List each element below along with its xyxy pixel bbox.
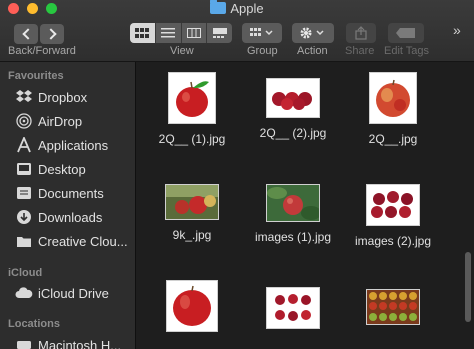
file-name: 2Q__.jpg xyxy=(368,132,418,146)
sidebar-item-label: Creative Clou... xyxy=(38,233,128,249)
disk-icon xyxy=(14,337,34,349)
file-name: 2Q__ (1).jpg xyxy=(158,132,226,146)
image-thumbnail xyxy=(369,72,417,124)
image-thumbnail xyxy=(266,78,320,118)
sidebar-item-downloads[interactable]: Downloads xyxy=(14,206,135,228)
share-icon xyxy=(355,26,367,40)
sidebar-item-documents[interactable]: Documents xyxy=(14,182,135,204)
sidebar-item-label: Desktop xyxy=(38,161,86,177)
tag-icon xyxy=(396,28,415,38)
toolbar: Apple Back/Forward View Group Action Sha… xyxy=(0,0,474,62)
action-label: Action xyxy=(297,45,328,57)
chevron-right-icon xyxy=(44,28,57,40)
desktop-icon xyxy=(14,161,34,177)
image-thumbnail xyxy=(165,184,219,220)
view-label: View xyxy=(170,45,194,57)
view-switcher xyxy=(130,23,232,43)
sidebar-item-dropbox[interactable]: Dropbox xyxy=(14,86,135,108)
icon-view-button[interactable] xyxy=(130,23,156,43)
file-item[interactable]: images (2).jpg xyxy=(343,184,443,248)
group-button[interactable] xyxy=(242,23,282,43)
downloads-icon xyxy=(14,209,34,225)
image-thumbnail xyxy=(166,280,218,332)
sidebar-item-applications[interactable]: Applications xyxy=(14,134,135,156)
list-view-button[interactable] xyxy=(156,23,182,43)
dropbox-icon xyxy=(14,89,34,105)
sidebar: Favourites Dropbox AirDrop Applications … xyxy=(0,62,136,349)
window-title: Apple xyxy=(0,0,474,16)
group-label: Group xyxy=(247,45,278,57)
edit-tags-button[interactable] xyxy=(388,23,424,43)
toolbar-overflow-button[interactable]: » xyxy=(453,22,461,38)
file-item[interactable]: images (1).jpg xyxy=(243,184,343,244)
file-item[interactable]: 2Q__.jpg xyxy=(343,72,443,146)
icloud-header: iCloud xyxy=(8,267,43,279)
file-item[interactable] xyxy=(243,287,343,337)
sidebar-item-label: AirDrop xyxy=(38,113,83,129)
applications-icon xyxy=(14,137,34,153)
sidebar-item-label: Dropbox xyxy=(38,89,88,105)
sidebar-item-label: iCloud Drive xyxy=(38,285,109,301)
forward-button[interactable] xyxy=(40,24,64,44)
sidebar-item-creative-cloud[interactable]: Creative Clou... xyxy=(14,230,135,252)
file-item[interactable]: 9k_.jpg xyxy=(142,184,242,242)
file-name: images (2).jpg xyxy=(354,234,432,248)
columns-icon xyxy=(186,28,201,38)
sidebar-item-label: Downloads xyxy=(38,209,103,225)
favourites-header: Favourites xyxy=(8,70,64,82)
locations-header: Locations xyxy=(8,318,60,330)
file-item[interactable]: 2Q__ (1).jpg xyxy=(142,72,242,146)
image-thumbnail xyxy=(168,72,216,124)
group-grid-icon xyxy=(250,28,273,36)
file-name: 9k_.jpg xyxy=(172,228,212,242)
share-button[interactable] xyxy=(346,23,376,43)
airdrop-icon xyxy=(14,113,34,129)
image-thumbnail xyxy=(366,289,420,325)
file-name: images (1).jpg xyxy=(254,230,332,244)
documents-icon xyxy=(14,185,34,201)
sidebar-item-label: Macintosh H... xyxy=(38,337,122,349)
column-view-button[interactable] xyxy=(182,23,208,43)
file-item[interactable] xyxy=(142,280,242,340)
file-item[interactable] xyxy=(343,289,443,333)
cloud-icon xyxy=(14,285,34,301)
folder-icon xyxy=(210,0,227,14)
file-grid: 2Q__ (1).jpg 2Q__ (2).jpg 2Q__.jpg 9k_.j… xyxy=(137,62,462,349)
list-icon xyxy=(161,28,176,38)
gallery-view-button[interactable] xyxy=(207,23,232,43)
sidebar-item-label: Applications xyxy=(38,137,109,153)
edit-tags-label: Edit Tags xyxy=(384,45,430,57)
file-item[interactable]: 2Q__ (2).jpg xyxy=(243,72,343,140)
sidebar-item-icloud-drive[interactable]: iCloud Drive xyxy=(14,282,135,304)
scrollbar-thumb[interactable] xyxy=(465,252,471,322)
gallery-icon xyxy=(212,28,227,38)
icon-grid-icon xyxy=(135,28,150,38)
chevron-left-icon xyxy=(21,28,34,40)
sidebar-item-label: Documents xyxy=(38,185,104,201)
sidebar-item-macintosh-hd[interactable]: Macintosh H... xyxy=(14,334,135,349)
file-name: 2Q__ (2).jpg xyxy=(259,126,327,140)
vertical-scrollbar[interactable] xyxy=(462,62,474,349)
share-label: Share xyxy=(345,45,375,57)
image-thumbnail xyxy=(366,184,420,226)
sidebar-item-airdrop[interactable]: AirDrop xyxy=(14,110,135,132)
image-thumbnail xyxy=(266,184,320,222)
image-thumbnail xyxy=(266,287,320,329)
gear-icon xyxy=(300,27,324,39)
sidebar-item-desktop[interactable]: Desktop xyxy=(14,158,135,180)
action-button[interactable] xyxy=(292,23,334,43)
back-button[interactable] xyxy=(14,24,38,44)
window-title-text: Apple xyxy=(230,1,264,16)
folder-icon xyxy=(14,233,34,249)
nav-label: Back/Forward xyxy=(8,45,76,57)
